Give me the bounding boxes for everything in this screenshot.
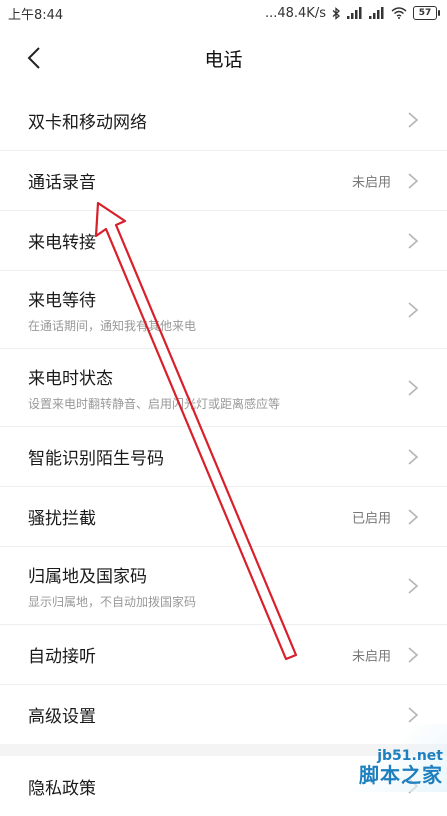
setting-incoming-call-status[interactable]: 来电时状态 设置来电时翻转静音、启用闪光灯或距离感应等 xyxy=(0,348,447,426)
chevron-right-icon xyxy=(408,577,419,594)
bluetooth-icon xyxy=(332,6,340,20)
setting-description: 显示归属地，不自动加拨国家码 xyxy=(28,594,197,609)
watermark-name: 脚本之家 xyxy=(359,763,443,787)
setting-identify-unknown[interactable]: 智能识别陌生号码 xyxy=(0,426,447,486)
setting-call-recording[interactable]: 通话录音 未启用 xyxy=(0,150,447,210)
setting-location-country-code[interactable]: 归属地及国家码 显示归属地，不自动加拨国家码 xyxy=(0,546,447,624)
setting-dual-sim[interactable]: 双卡和移动网络 xyxy=(0,90,447,150)
setting-description: 设置来电时翻转静音、启用闪光灯或距离感应等 xyxy=(28,396,281,411)
wifi-icon xyxy=(391,7,407,19)
signal-icon xyxy=(347,7,362,19)
setting-label: 通话录音 xyxy=(28,173,96,193)
status-icons: ...48.4K/s 57 xyxy=(264,5,440,21)
signal-icon-2 xyxy=(369,7,384,19)
setting-status: 未启用 xyxy=(351,649,391,664)
setting-label: 骚扰拦截 xyxy=(28,509,96,529)
chevron-right-icon xyxy=(408,508,419,525)
chevron-right-icon xyxy=(408,232,419,249)
setting-label: 来电时状态 xyxy=(28,368,113,389)
chevron-right-icon xyxy=(408,646,419,663)
chevron-right-icon xyxy=(408,301,419,318)
setting-label: 自动接听 xyxy=(28,647,96,667)
battery-icon: 57 xyxy=(413,6,440,20)
page-title: 电话 xyxy=(204,48,243,71)
setting-status: 未启用 xyxy=(351,175,391,190)
setting-description: 在通话期间，通知我有其他来电 xyxy=(28,318,197,333)
setting-label: 智能识别陌生号码 xyxy=(28,449,164,469)
setting-label: 来电等待 xyxy=(28,290,96,311)
back-button[interactable] xyxy=(18,42,50,74)
chevron-right-icon xyxy=(408,706,419,723)
watermark: jb51.net 脚本之家 xyxy=(327,724,447,792)
setting-label: 归属地及国家码 xyxy=(28,566,147,587)
chevron-left-icon xyxy=(27,47,40,69)
setting-call-waiting[interactable]: 来电等待 在通话期间，通知我有其他来电 xyxy=(0,270,447,348)
network-speed: ...48.4K/s xyxy=(264,5,326,21)
setting-label: 双卡和移动网络 xyxy=(28,112,147,133)
status-bar: 上午8:44 ...48.4K/s 57 xyxy=(0,0,447,26)
setting-label: 来电转接 xyxy=(28,233,96,253)
setting-status: 已启用 xyxy=(351,511,391,526)
setting-auto-answer[interactable]: 自动接听 未启用 xyxy=(0,624,447,684)
chevron-right-icon xyxy=(408,112,419,128)
setting-spam-block[interactable]: 骚扰拦截 已启用 xyxy=(0,486,447,546)
chevron-right-icon xyxy=(408,379,419,396)
status-time: 上午8:44 xyxy=(8,7,64,23)
page-header: 电话 xyxy=(0,26,447,90)
settings-list: 双卡和移动网络 通话录音 未启用 来电转接 来电等待 在通话期间，通知我有其他来… xyxy=(0,90,447,816)
setting-call-forwarding[interactable]: 来电转接 xyxy=(0,210,447,270)
chevron-right-icon xyxy=(408,448,419,465)
chevron-right-icon xyxy=(408,172,419,189)
